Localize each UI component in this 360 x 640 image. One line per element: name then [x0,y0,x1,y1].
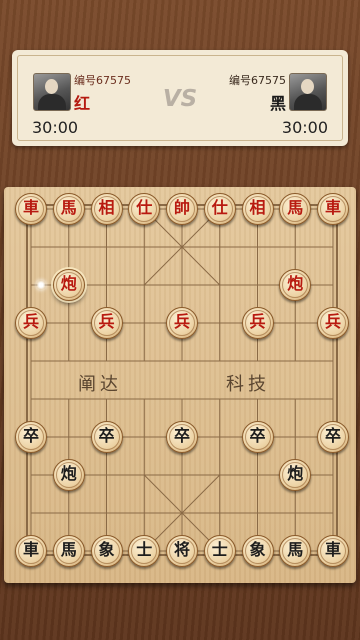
black-player-id: 编号67575 [229,74,286,87]
red-piece[interactable]: 相 [90,193,123,225]
black-piece[interactable]: 象 [90,535,123,567]
black-piece[interactable]: 象 [241,535,274,567]
black-player-avatar[interactable] [289,73,327,111]
red-piece[interactable]: 車 [15,193,47,225]
black-piece[interactable]: 卒 [15,421,47,453]
red-piece[interactable]: 兵 [90,307,123,339]
black-piece[interactable]: 炮 [52,459,85,491]
black-piece[interactable]: 将 [166,535,198,567]
black-side-label: 黑 [269,94,286,113]
move-hint-dot[interactable] [35,280,46,290]
red-piece[interactable]: 炮 [52,269,85,301]
avatar-body [38,94,66,110]
black-piece[interactable]: 車 [15,535,47,567]
xiangqi-board[interactable]: 阐达 科技 車馬相仕帥仕相馬車炮炮兵兵兵兵兵卒卒卒卒卒炮炮車馬象士将士象馬車 [4,187,356,583]
red-piece[interactable]: 兵 [317,307,349,339]
red-piece[interactable]: 馬 [52,193,85,225]
red-piece[interactable]: 帥 [166,193,198,225]
black-piece[interactable]: 卒 [90,421,123,453]
red-player-id: 编号67575 [74,74,131,87]
board-grid [26,204,338,556]
player-header: 编号67575 红 30:00 VS 编号67575 黑 30:00 [12,50,348,146]
red-piece[interactable]: 仕 [203,193,236,225]
red-side-label: 红 [74,94,91,113]
avatar-head [301,79,314,94]
black-piece[interactable]: 炮 [279,459,312,491]
black-piece[interactable]: 卒 [166,421,198,453]
black-piece[interactable]: 士 [128,535,161,567]
black-piece[interactable]: 士 [203,535,236,567]
black-piece[interactable]: 馬 [52,535,85,567]
red-piece[interactable]: 車 [317,193,349,225]
vs-label: VS [162,86,198,112]
avatar-head [45,79,58,94]
black-piece[interactable]: 卒 [317,421,349,453]
red-player-avatar[interactable] [33,73,71,111]
red-piece[interactable]: 相 [241,193,274,225]
black-piece[interactable]: 卒 [241,421,274,453]
avatar-body [294,94,322,110]
river-text-right: 科技 [226,374,270,395]
black-timer: 30:00 [281,118,328,137]
red-piece[interactable]: 兵 [166,307,198,339]
black-piece[interactable]: 車 [317,535,349,567]
red-piece[interactable]: 兵 [241,307,274,339]
river-text-left: 阐达 [78,374,122,395]
red-timer: 30:00 [32,118,79,137]
red-piece[interactable]: 炮 [279,269,312,301]
red-piece[interactable]: 仕 [128,193,161,225]
red-piece[interactable]: 馬 [279,193,312,225]
red-piece[interactable]: 兵 [15,307,47,339]
black-piece[interactable]: 馬 [279,535,312,567]
